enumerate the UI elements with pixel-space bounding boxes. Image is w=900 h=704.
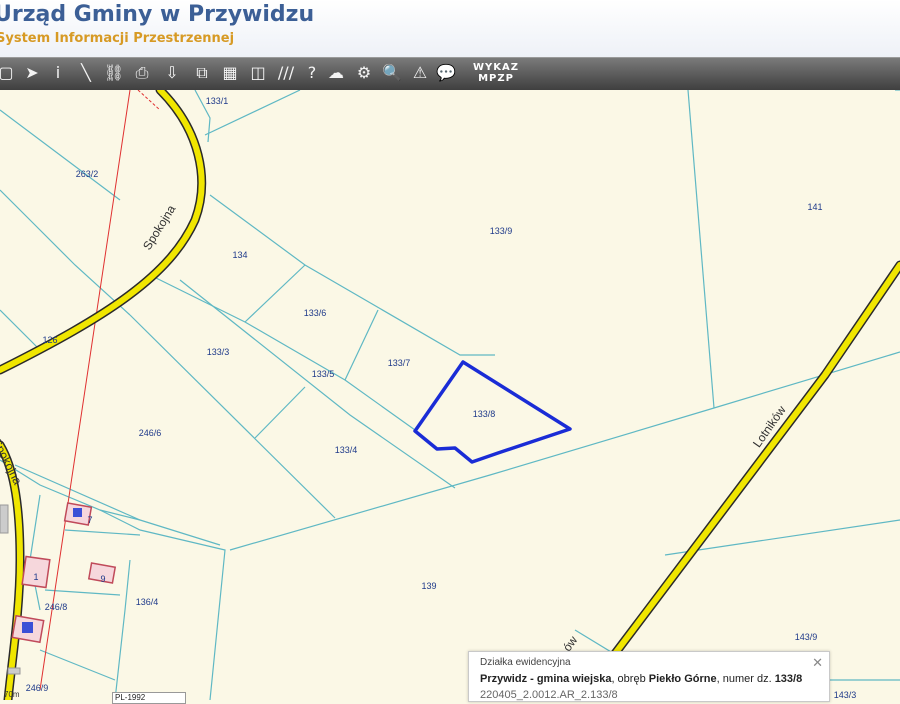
number-prefix: , numer dz. (716, 673, 775, 685)
parcel-info-panel: Działka ewidencyjna ✕ Przywidz - gmina w… (468, 651, 830, 702)
parcel-identifier: 220405_2.0012.AR_2.133/8 (480, 689, 618, 701)
info-panel-title: Działka ewidencyjna (480, 657, 571, 668)
app-title: Urząd Gminy w Przywidzu (0, 2, 315, 27)
parcel-label[interactable]: 133/5 (312, 369, 335, 379)
zoom-box-icon[interactable]: ▢ (0, 61, 18, 85)
warning-icon[interactable]: ⚠ (408, 61, 432, 85)
obreb-name: Piekło Górne (648, 673, 717, 685)
parcel-label[interactable]: 133/4 (335, 445, 358, 455)
map-view[interactable]: 133/1 263/2 133/9 141 134 133/6 126 133/… (0, 90, 900, 700)
parcel-label[interactable]: 263/2 (76, 169, 99, 179)
parcel-label[interactable]: 133/9 (490, 226, 513, 236)
link-icon[interactable]: ⛓ (102, 61, 126, 85)
help-icon[interactable]: ? (300, 61, 324, 85)
crs-select[interactable]: PL-1992 (112, 692, 186, 704)
download-icon[interactable]: ⇩ (160, 61, 184, 85)
layers-icon[interactable]: ⧉ (190, 61, 214, 85)
comment-icon[interactable]: 💬 (434, 61, 458, 85)
app-subtitle: System Informacji Przestrzennej (0, 31, 235, 46)
parcel-label-selected[interactable]: 133/8 (473, 409, 496, 419)
parcel-label[interactable]: 133/1 (206, 96, 229, 106)
commune-name: Przywidz - gmina wiejska (480, 673, 612, 685)
parcel-label[interactable]: 139 (421, 581, 436, 591)
app-header: Urząd Gminy w Przywidzu System Informacj… (0, 0, 900, 58)
parcel-label[interactable]: 133/6 (304, 308, 327, 318)
parcel-description: Przywidz - gmina wiejska, obręb Piekło G… (480, 673, 802, 685)
parcel-label[interactable]: 9 (100, 574, 105, 584)
parcel-label[interactable]: 134 (232, 250, 247, 260)
wykaz-mpzp-button[interactable]: WYKAZ MPZP (468, 62, 524, 86)
parcel-label[interactable]: 133/7 (388, 358, 411, 368)
map-canvas[interactable] (0, 90, 900, 700)
parcel-label[interactable]: 1 (33, 572, 38, 582)
layout-icon[interactable]: ▦ (218, 61, 242, 85)
parcel-label[interactable]: 141 (807, 202, 822, 212)
measure-line-icon[interactable]: ╲ (74, 61, 98, 85)
map-background (0, 90, 900, 700)
map-toolbar: WYKAZ MPZP ▢ ➤ i ╲ ⛓ ⎙ ⇩ ⧉ ▦ ◫///? ☁ ⚙ 🔍 ⚠ 💬 (0, 57, 900, 91)
parcel-label[interactable]: 143/9 (795, 632, 818, 642)
parcel-label[interactable]: 246/8 (45, 602, 68, 612)
cloud-upload-icon[interactable]: ☁ (324, 61, 348, 85)
info-icon[interactable]: i (46, 61, 70, 85)
parcel-number: 133/8 (774, 673, 803, 685)
scale-label: 70m (4, 690, 20, 699)
pointer-icon[interactable]: ➤ (20, 61, 44, 85)
parcel-label[interactable]: 7 (87, 515, 92, 525)
close-icon[interactable]: ✕ (812, 655, 823, 671)
shape-icon[interactable]: ◫ (246, 61, 270, 85)
parcel-label[interactable]: 246/9 (26, 683, 49, 693)
obreb-prefix: , obręb (611, 673, 649, 685)
search-map-icon[interactable]: 🔍 (380, 61, 404, 85)
parcel-label[interactable]: 126 (42, 335, 57, 345)
parcel-label[interactable]: 136/4 (136, 597, 159, 607)
parcel-label[interactable]: 246/6 (139, 428, 162, 438)
settings-icon[interactable]: ⚙ (352, 61, 376, 85)
parcel-label[interactable]: 133/3 (207, 347, 230, 357)
parcel-label[interactable]: 143/3 (834, 690, 857, 700)
hatch-icon[interactable]: /// (274, 61, 298, 85)
print-icon[interactable]: ⎙ (130, 61, 154, 85)
